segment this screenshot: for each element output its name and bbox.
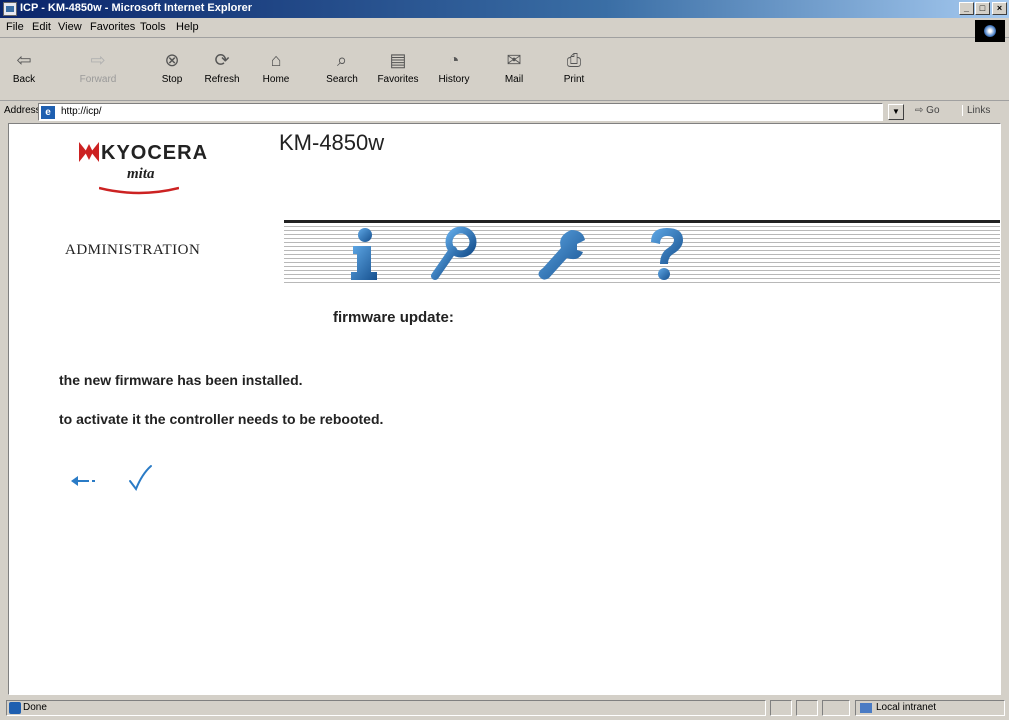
status-text: Done (23, 702, 47, 713)
administration-label: ADMINISTRATION (65, 242, 201, 258)
history-label: History (438, 74, 470, 85)
address-input[interactable]: e http://icp/ (38, 103, 883, 121)
print-icon: ⎙ (566, 50, 582, 70)
menu-tools[interactable]: Tools (140, 21, 166, 33)
status-pane-1 (770, 700, 792, 716)
forward-button[interactable]: ⇨ Forward (76, 43, 120, 99)
address-dropdown-button[interactable]: ▼ (888, 104, 904, 120)
security-zone: Local intranet (855, 700, 1005, 716)
stop-label: Stop (161, 74, 183, 85)
status-pane-3 (822, 700, 850, 716)
forward-label: Forward (79, 74, 117, 85)
menu-edit[interactable]: Edit (32, 21, 51, 33)
go-button[interactable]: ⇨ Go (915, 105, 940, 116)
search-label: Search (326, 74, 358, 85)
question-icon[interactable] (641, 226, 691, 282)
refresh-icon: ⟳ (214, 50, 230, 70)
refresh-button[interactable]: ⟳ Refresh (200, 43, 244, 99)
key-icon[interactable] (429, 226, 479, 282)
address-url: http://icp/ (61, 106, 102, 117)
zone-label: Local intranet (876, 702, 937, 713)
kyocera-mita-logo: KYOCERA mita (79, 136, 207, 196)
wrench-icon[interactable] (537, 226, 587, 282)
search-button[interactable]: ⌕ Search (320, 43, 364, 99)
kyocera-logo-mark (79, 142, 99, 162)
mail-label: Mail (504, 74, 524, 85)
forward-arrow-icon: ⇨ (90, 50, 106, 70)
stop-icon: ⊗ (164, 50, 180, 70)
toolbar: ⇦ Back ⇨ Forward ⊗ Stop ⟳ Refresh ⌂ Home… (0, 39, 1009, 101)
home-button[interactable]: ⌂ Home (254, 43, 298, 99)
brand-name: KYOCERA (101, 142, 209, 164)
maximize-button[interactable]: □ (975, 2, 990, 15)
minimize-button[interactable]: _ (959, 2, 974, 15)
home-label: Home (262, 74, 290, 85)
status-bar: Done Local intranet (0, 697, 1009, 720)
print-button[interactable]: ⎙ Print (552, 43, 596, 99)
status-message-installed: the new firmware has been installed. (59, 372, 303, 388)
address-label: Address (4, 105, 41, 116)
favorites-label: Favorites (377, 74, 419, 85)
favorites-button[interactable]: ▤ Favorites (376, 43, 420, 99)
info-icon[interactable] (339, 226, 389, 282)
close-button[interactable]: × (992, 2, 1007, 15)
mail-icon: ✉ (506, 50, 522, 70)
refresh-label: Refresh (204, 74, 240, 85)
print-label: Print (563, 74, 585, 85)
page-status-icon (9, 702, 21, 714)
ie-app-icon[interactable] (3, 2, 17, 16)
menu-file[interactable]: File (6, 21, 24, 33)
history-button[interactable]: ◔ History (432, 43, 476, 99)
go-arrow-icon: ⇨ (915, 105, 924, 116)
brand-sub: mita (127, 166, 155, 182)
home-icon: ⌂ (270, 50, 282, 70)
menu-view[interactable]: View (58, 21, 82, 33)
status-text-pane: Done (6, 700, 766, 716)
search-icon: ⌕ (336, 50, 348, 70)
local-intranet-icon (860, 703, 872, 713)
window-title: ICP - KM-4850w - Microsoft Internet Expl… (20, 2, 253, 14)
menu-bar: File Edit View Favorites Tools Help (0, 18, 1009, 38)
mail-button[interactable]: ✉ Mail (492, 43, 536, 99)
page-content: KYOCERA mita KM-4850w ADMINISTRATION fir… (8, 123, 1001, 695)
menu-favorites[interactable]: Favorites (90, 21, 135, 33)
stop-button[interactable]: ⊗ Stop (150, 43, 194, 99)
model-title: KM-4850w (279, 130, 385, 155)
status-message-reboot: to activate it the controller needs to b… (59, 411, 384, 427)
logo-swoosh (99, 186, 179, 195)
back-arrow-link[interactable] (69, 472, 99, 490)
confirm-checkmark-link[interactable] (127, 464, 153, 492)
title-bar: ICP - KM-4850w - Microsoft Internet Expl… (0, 0, 1009, 18)
back-button[interactable]: ⇦ Back (2, 43, 46, 99)
address-bar: Address e http://icp/ ▼ ⇨ Go Links (0, 101, 1009, 123)
menu-help[interactable]: Help (176, 21, 199, 33)
links-button[interactable]: Links (962, 105, 990, 116)
status-pane-2 (796, 700, 818, 716)
favorites-icon: ▤ (389, 50, 407, 70)
go-label: Go (926, 105, 940, 116)
history-icon: ◔ (448, 50, 460, 70)
back-label: Back (12, 74, 36, 85)
section-title: firmware update: (333, 309, 454, 326)
back-arrow-icon: ⇦ (16, 50, 32, 70)
page-icon: e (41, 106, 55, 119)
